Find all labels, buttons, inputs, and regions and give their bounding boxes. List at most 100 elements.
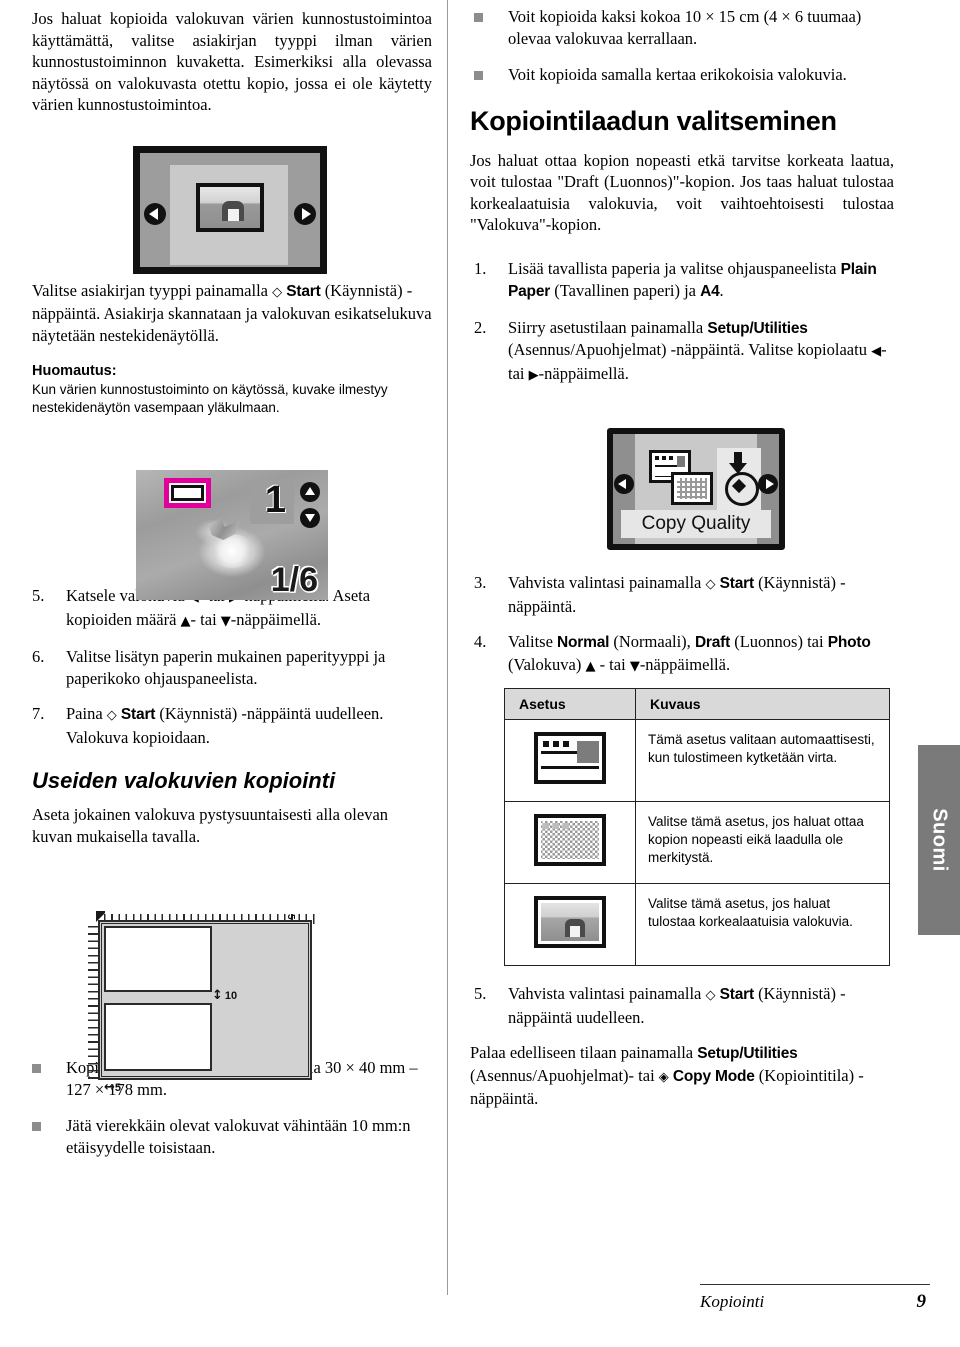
bullet-item: Voit kopioida kaksi kokoa 10 × 15 cm (4 … (470, 6, 900, 49)
gap-dimension-value: 10 (224, 990, 238, 1002)
ui-term: Setup/Utilities (707, 319, 808, 337)
step-body: Valitse lisätyn paperin mukainen paperit… (66, 647, 385, 688)
draft-quality-dots (677, 478, 707, 499)
color-restoration-icon-inner (171, 485, 204, 501)
start-diamond-ring-icon (725, 472, 759, 506)
horizontal-margin-arrow-icon: ↔ (104, 1080, 115, 1095)
bullet-text: Voit kopioida samalla kertaa erikokoisia… (508, 65, 847, 84)
step-text: -näppäimellä. (639, 654, 731, 674)
step-text: Lisää tavallista paperia ja valitse ohja… (508, 258, 841, 278)
step-text: (Asennus/Apuohjelmat)- tai (470, 1065, 659, 1085)
table-header-description: Kuvaus (635, 688, 890, 720)
step-body: Lisää tavallista paperia ja valitse ohja… (508, 259, 877, 301)
step-text: (Luonnos) tai (730, 632, 828, 651)
ui-term: Start (120, 706, 156, 723)
margin-dimension-value: 5 (114, 1082, 122, 1094)
start-button-label: Start (286, 282, 321, 300)
step-text: -näppäimellä. (538, 363, 629, 383)
lcd-copy-quality-figure: Copy Quality (607, 428, 785, 550)
step-number: 7. (32, 704, 45, 723)
table-row: Valitse tämä asetus, jos haluat ottaa ko… (504, 801, 890, 884)
scanner-bed-diagram: ↕ 10 ↔5 5 (84, 908, 320, 1095)
step-text: - tai (595, 654, 630, 674)
note-body: Kun värien kunnostustoiminto on käytössä… (32, 382, 388, 415)
step-text: Vahvista valintasi painamalla (508, 984, 706, 1003)
page-footer: Kopiointi 9 (700, 1284, 930, 1313)
ui-term: A4 (700, 283, 720, 300)
ui-term: Start (719, 986, 755, 1003)
subsection-heading: Useiden valokuvien kopiointi (32, 768, 336, 793)
ruler-left (88, 926, 98, 1080)
step-text: -näppäimellä. (230, 609, 322, 629)
left-steps-list: 5.Katsele valokuvia ◀- tai ▶-näppäimellä… (28, 585, 440, 748)
step-item: 6. Valitse lisätyn paperin mukainen paper… (28, 646, 440, 689)
step-text: . (719, 281, 724, 300)
select-doc-type-paragraph: Valitse asiakirjan tyyppi painamalla ◇ S… (32, 280, 432, 347)
language-side-tab-label: Suomi (928, 808, 951, 872)
setting-description-cell: Tämä asetus valitaan automaattisesti, ku… (635, 719, 890, 802)
vertical-gap-arrow-icon: ↕ (212, 988, 223, 1003)
step-text: Siirry asetustilaan painamalla (508, 317, 708, 337)
draft-quality-icon-fill (541, 821, 599, 859)
language-side-tab: Suomi (918, 745, 960, 935)
bullet-square-icon (32, 1064, 41, 1073)
section-heading: Kopiointilaadun valitseminen (470, 105, 837, 136)
step-text: (Tavallinen paperi) ja (550, 281, 701, 300)
start-diamond-icon: ◇ (272, 284, 283, 300)
step-number: 5. (32, 586, 45, 605)
placed-photo-2 (104, 1003, 212, 1071)
setting-description-cell: Valitse tämä asetus, jos haluat tulostaa… (635, 883, 890, 966)
flower-bloom (210, 534, 254, 568)
note-title: Huomautus: (32, 363, 117, 379)
section-paragraph: Jos haluat ottaa kopion nopeasti etkä ta… (470, 150, 894, 235)
manual-page: Jos haluat kopioida valokuvan värien kun… (0, 0, 960, 1347)
ui-term: Start (719, 575, 755, 592)
setting-icon-cell (504, 883, 636, 966)
step-text: - tai (190, 609, 221, 629)
color-restoration-icon (164, 478, 211, 508)
gap-dimension-label: ↕ 10 (212, 988, 237, 1003)
left-arrow-icon (144, 203, 166, 225)
column-divider (447, 0, 448, 1295)
select-doc-type-text-a: Valitse asiakirjan tyyppi painamalla (32, 280, 273, 300)
bullet-text: Jätä vierekkäin olevat valokuvat vähintä… (66, 1116, 411, 1157)
table-header-setting: Asetus (504, 688, 636, 720)
step-text: Valitse (508, 632, 558, 651)
draft-quality-icon (534, 814, 606, 866)
bullet-square-icon (32, 1122, 41, 1131)
step-item: 3. Vahvista valintasi painamalla ◇ Start … (470, 572, 900, 617)
step-text: (Normaali), (609, 632, 695, 651)
step-text: Palaa edelliseen tilaan painamalla (470, 1043, 698, 1062)
step-item: 2. Siirry asetustilaan painamalla Setup/U… (470, 317, 900, 387)
up-down-arrows (300, 482, 320, 528)
bullet-square-icon (474, 13, 483, 22)
step-number: 4. (474, 632, 487, 651)
right-steps-mid-list: 3. Vahvista valintasi painamalla ◇ Start … (470, 572, 900, 677)
lcd-preview-figure (133, 146, 327, 274)
step-body: Siirry asetustilaan painamalla Setup/Uti… (508, 318, 887, 383)
table-row: Valitse tämä asetus, jos haluat tulostaa… (504, 883, 890, 966)
step-item: 5. Vahvista valintasi painamalla ◇ Start … (470, 983, 900, 1028)
step-number: 1. (474, 258, 487, 278)
start-hint-icon (717, 448, 761, 510)
key-glyph-icon: ◇ (106, 708, 117, 723)
photo-quality-icon (534, 896, 606, 948)
normal-quality-icon-fill (541, 739, 599, 777)
right-arrow-icon (294, 203, 316, 225)
top-margin-dimension-label: 5 (285, 914, 296, 920)
copies-count-value: 1 (264, 479, 286, 521)
ui-term: Normal (557, 634, 610, 651)
key-glyph-icon: ▲ (180, 613, 191, 629)
down-arrow-icon (300, 508, 320, 528)
bullet-square-icon (474, 71, 483, 80)
setting-description-cell: Valitse tämä asetus, jos haluat ottaa ko… (635, 801, 890, 884)
step-item: 7. Paina ◇ Start (Käynnistä) -näppäintä u… (28, 703, 440, 748)
photo-thumbnail (196, 183, 264, 232)
step-text: Paina (66, 704, 107, 723)
quality-settings-table: Asetus Kuvaus Tämä asetus valitaan autom… (504, 688, 890, 966)
lcd-photo-figure: 1 1/6 (136, 470, 328, 600)
step-body: Paina ◇ Start (Käynnistä) -näppäintä uud… (66, 704, 383, 747)
key-glyph-icon: ▲ (585, 658, 596, 674)
footer-page-number: 9 (916, 1291, 927, 1312)
photo-index-indicator: 1/6 (270, 561, 318, 599)
